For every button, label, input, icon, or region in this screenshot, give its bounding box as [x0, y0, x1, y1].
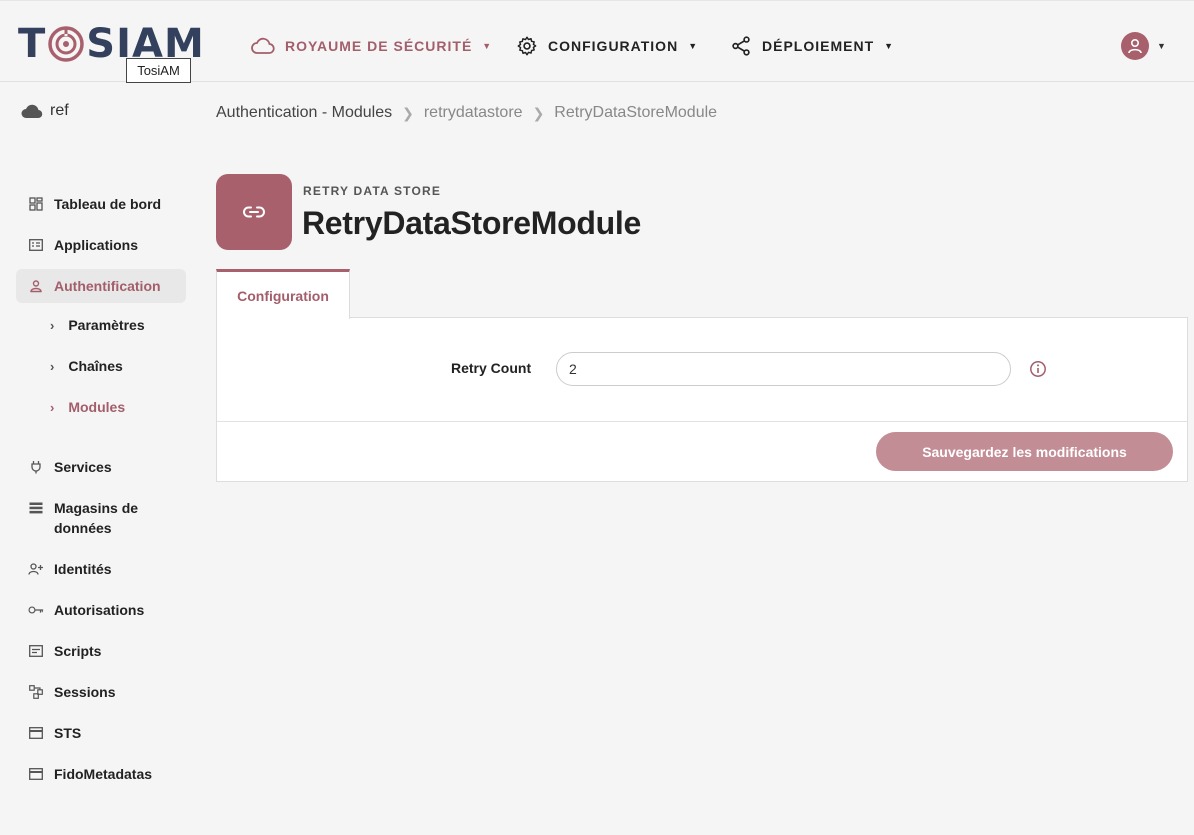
caret-down-icon: ▼ — [688, 41, 699, 51]
retry-count-input[interactable] — [556, 352, 1011, 386]
chevron-right-icon: ❯ — [402, 104, 414, 121]
user-menu[interactable]: ▼ — [1121, 31, 1166, 61]
page-subtitle: RETRY DATA STORE — [303, 184, 442, 198]
panel-divider — [217, 421, 1187, 422]
caret-down-icon: ▼ — [482, 41, 493, 51]
cloud-icon — [251, 37, 275, 54]
plug-icon — [28, 457, 44, 477]
sidebar-item-label: Identités — [54, 561, 112, 577]
gear-icon — [517, 36, 537, 56]
applications-icon — [28, 235, 44, 255]
caret-down-icon: ▼ — [884, 41, 895, 51]
sidebar-item-label: Services — [54, 459, 112, 475]
chevron-right-icon: › — [50, 399, 55, 415]
nav-configuration-label: CONFIGURATION — [548, 38, 679, 54]
breadcrumb-item-current: RetryDataStoreModule — [554, 104, 718, 121]
sidebar-item-label: Authentification — [54, 278, 161, 294]
card-icon — [28, 764, 44, 784]
sidebar-item-fido-metadatas[interactable]: FidoMetadatas — [16, 764, 186, 784]
breadcrumb: Authentication - Modules ❯ retrydatastor… — [216, 102, 717, 124]
nav-deployment-label: DÉPLOIEMENT — [762, 38, 875, 54]
logo-target-icon — [48, 26, 85, 62]
card-icon — [28, 723, 44, 743]
logo-tooltip: TosiAM — [126, 58, 191, 83]
page-type-icon — [216, 174, 292, 250]
page-title: RetryDataStoreModule — [302, 205, 641, 241]
sidebar-item-label: Sessions — [54, 684, 116, 700]
nav-realm-menu[interactable]: ROYAUME DE SÉCURITÉ ▼ — [251, 33, 492, 59]
nav-configuration-menu[interactable]: CONFIGURATION ▼ — [516, 33, 698, 59]
sidebar-item-label: STS — [54, 725, 82, 741]
avatar — [1121, 32, 1149, 60]
sidebar-item-label: Autorisations — [54, 602, 145, 618]
sidebar-item-label: FidoMetadatas — [54, 766, 153, 782]
sidebar-item-authentication[interactable]: Authentification — [16, 269, 186, 303]
retry-count-label: Retry Count — [451, 360, 532, 376]
list-icon — [28, 498, 44, 518]
sidebar-item-scripts[interactable]: Scripts — [16, 641, 186, 661]
tab-configuration[interactable]: Configuration — [216, 269, 350, 319]
breadcrumb-item-type[interactable]: retrydatastore — [424, 104, 523, 122]
chevron-right-icon: › — [50, 317, 55, 333]
sidebar-subitem-label: Modules — [68, 399, 126, 415]
share-icon — [732, 36, 750, 56]
sidebar-item-identities[interactable]: Identités — [16, 559, 186, 579]
sidebar-subitem-chains[interactable]: › Chaînes — [16, 358, 186, 374]
sidebar-item-services[interactable]: Services — [16, 457, 186, 477]
sidebar-subitem-label: Paramètres — [68, 317, 145, 333]
chevron-right-icon: › — [50, 358, 55, 374]
sidebar-subitem-modules[interactable]: › Modules — [16, 399, 186, 415]
sidebar-item-applications[interactable]: Applications — [16, 235, 186, 255]
sidebar-item-data-stores[interactable]: Magasins de données — [16, 498, 186, 538]
cloud-filled-icon — [21, 104, 43, 119]
realm-name: ref — [50, 102, 69, 119]
nav-realm-label: ROYAUME DE SÉCURITÉ — [285, 38, 473, 54]
dashboard-icon — [28, 194, 44, 214]
sidebar-item-label: Applications — [54, 237, 139, 253]
sidebar-subitem-parameters[interactable]: › Paramètres — [16, 317, 186, 333]
key-icon — [28, 600, 44, 620]
person-icon — [28, 276, 44, 296]
chevron-right-icon: ❯ — [532, 104, 545, 121]
info-icon[interactable] — [1029, 360, 1047, 378]
identities-icon — [28, 559, 44, 579]
sidebar-item-dashboard[interactable]: Tableau de bord — [16, 194, 186, 214]
sidebar-item-label: Magasins de données — [54, 500, 139, 536]
user-icon — [1128, 38, 1142, 54]
save-changes-button[interactable]: Sauvegardez les modifications — [876, 432, 1173, 471]
nav-deployment-menu[interactable]: DÉPLOIEMENT ▼ — [730, 33, 894, 59]
sidebar-item-sts[interactable]: STS — [16, 723, 186, 743]
sidebar-subitem-label: Chaînes — [68, 358, 123, 374]
breadcrumb-item-modules[interactable]: Authentication - Modules — [216, 104, 392, 122]
logo-letter-t: T — [18, 21, 47, 67]
sessions-icon — [28, 682, 44, 702]
sidebar-item-authorizations[interactable]: Autorisations — [16, 600, 186, 620]
caret-down-icon: ▼ — [1157, 41, 1166, 51]
scripts-icon — [28, 641, 44, 661]
sidebar-item-label: Tableau de bord — [54, 196, 162, 212]
current-realm: ref — [20, 100, 69, 122]
sidebar-item-label: Scripts — [54, 643, 102, 659]
sidebar-item-sessions[interactable]: Sessions — [16, 682, 186, 702]
configuration-panel: Retry Count Sauvegardez les modification… — [216, 317, 1188, 482]
link-icon — [243, 206, 265, 218]
